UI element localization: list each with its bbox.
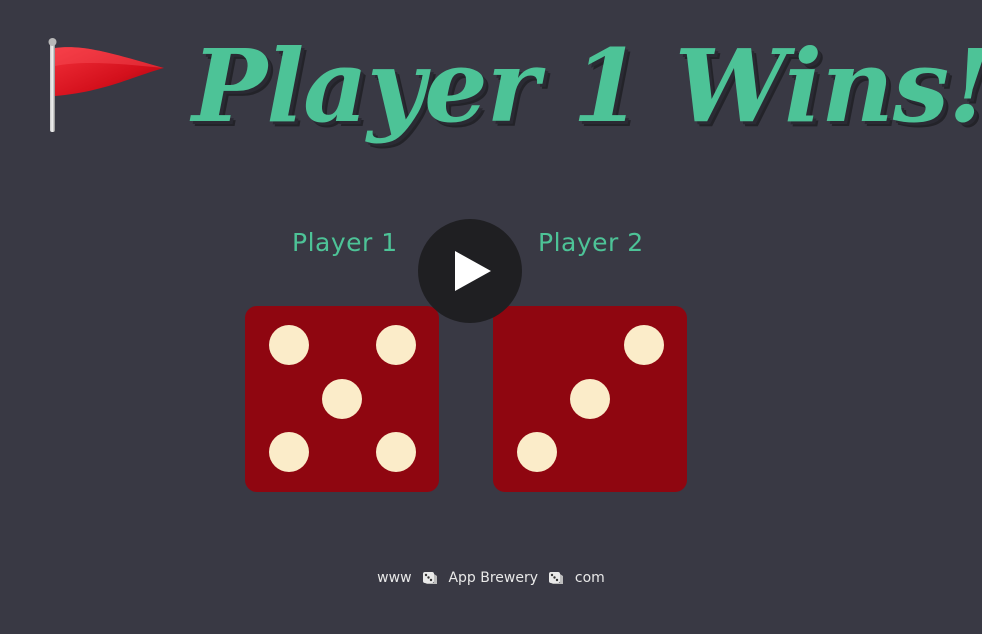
footer-www: www: [377, 570, 412, 586]
footer-brand: App Brewery: [448, 570, 539, 586]
die-pip: [570, 379, 610, 419]
player-1-die: [245, 306, 439, 492]
die-pip: [624, 325, 664, 365]
play-icon: [455, 251, 491, 291]
dice-icon: [549, 572, 564, 584]
footer: www App Brewery com: [0, 570, 982, 586]
die-pip: [376, 432, 416, 472]
die-pip: [517, 432, 557, 472]
player-2-die: [493, 306, 687, 492]
player-1-label: Player 1: [292, 228, 398, 257]
dice-icon: [422, 572, 437, 584]
die-pip: [269, 325, 309, 365]
footer-com: com: [574, 570, 605, 586]
title-row: Player 1 Wins!: [0, 22, 982, 162]
die-pip: [322, 379, 362, 419]
winner-title: Player 1 Wins!: [192, 27, 982, 145]
die-pip: [269, 432, 309, 472]
play-button[interactable]: [418, 219, 522, 323]
red-flag-icon: [48, 38, 164, 132]
player-2-label: Player 2: [538, 228, 644, 257]
die-pip: [376, 325, 416, 365]
